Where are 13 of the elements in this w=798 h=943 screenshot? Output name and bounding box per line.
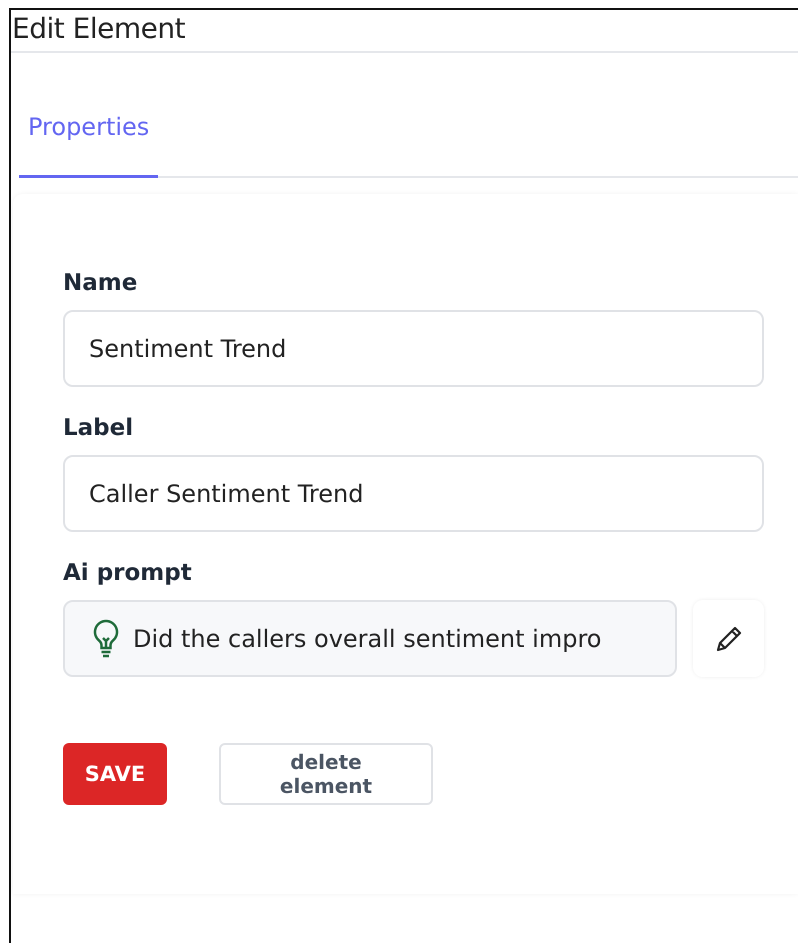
window-title: Edit Element <box>11 10 798 53</box>
text-field[interactable]: Caller Sentiment Trend <box>63 455 764 532</box>
field-label: Name <box>63 270 138 296</box>
delete-button[interactable]: delete element <box>219 743 433 805</box>
field-label: Label <box>63 415 134 441</box>
text-field[interactable]: Sentiment Trend <box>63 310 764 387</box>
prompt-text: Did the callers overall sentiment impro <box>133 624 602 652</box>
lightbulb-icon <box>93 618 119 658</box>
edit-button[interactable] <box>693 600 764 677</box>
save-button[interactable]: SAVE <box>63 743 167 805</box>
prompt-field[interactable]: Did the callers overall sentiment impro <box>63 600 677 677</box>
field-label: Ai prompt <box>63 560 193 586</box>
properties-tab[interactable]: Properties <box>19 93 158 178</box>
